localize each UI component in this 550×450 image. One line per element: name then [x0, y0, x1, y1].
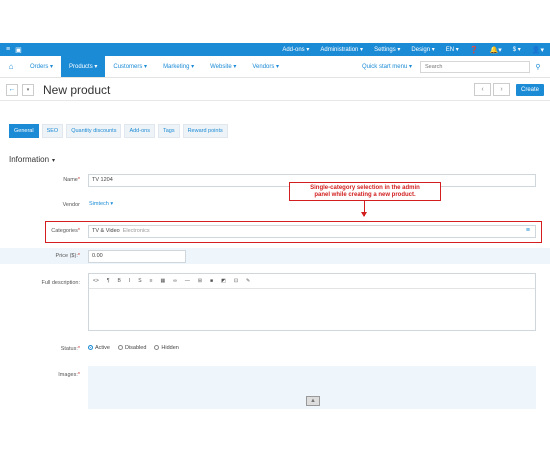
block-icon[interactable]: ■ [210, 278, 213, 284]
section-information[interactable]: Information ▾ [9, 155, 55, 164]
bell-icon[interactable]: 🔔▾ [490, 46, 502, 54]
price-label: Price ($):* [55, 253, 80, 259]
create-button[interactable]: Create [515, 83, 544, 96]
tab-reward-points[interactable]: Reward points [182, 124, 228, 138]
paragraph-icon[interactable]: ¶ [107, 278, 110, 284]
html-icon[interactable]: <> [93, 278, 99, 284]
top-admin-bar: ≡ ▣ Add-ons ▾ Administration ▾ Settings … [0, 43, 550, 56]
back-arrow-icon[interactable]: ← [6, 83, 18, 96]
status-label: Status:* [60, 346, 80, 352]
pen-icon[interactable]: ✎ [246, 278, 250, 284]
image-placeholder-icon: ▲ [306, 396, 320, 406]
vendor-label: Vendor [62, 202, 80, 208]
categories-label: Categories* [51, 228, 80, 234]
help-icon[interactable]: ❓ [470, 46, 479, 54]
price-field[interactable]: 0.00 [88, 250, 186, 263]
tab-seo[interactable]: SEO [41, 124, 64, 138]
main-nav: ⌂ Orders ▾ Products ▾ Customers ▾ Market… [0, 56, 550, 78]
radio-icon [117, 345, 123, 351]
search-icon[interactable]: ⚲ [530, 61, 546, 73]
images-dropzone[interactable]: ▲ [88, 366, 536, 409]
menu-icon[interactable]: ≡ [6, 46, 10, 54]
editor-toolbar: <> ¶ B I S ≡ ▦ ∞ — ⊞ ■ ◩ ⊡ ✎ [89, 274, 535, 289]
tab-general[interactable]: General [9, 124, 39, 138]
topbar-settings[interactable]: Settings ▾ [374, 46, 400, 53]
tab-products[interactable]: Products ▾ [61, 56, 106, 77]
category-name: TV & Video [92, 228, 120, 234]
link-icon[interactable]: ∞ [173, 278, 177, 284]
product-tabs: General SEO Quantity discounts Add-ons T… [9, 124, 228, 138]
vendor-select[interactable]: Simtech ▾ [89, 201, 113, 207]
tab-addons[interactable]: Add-ons [124, 124, 155, 138]
section-title-text: Information [9, 155, 50, 164]
price-row [0, 248, 550, 264]
currency-icon[interactable]: $ ▾ [513, 46, 521, 53]
tab-quantity-discounts[interactable]: Quantity discounts [66, 124, 122, 138]
annotation-line-2: panel while creating a new product. [314, 192, 416, 198]
topbar-design[interactable]: Design ▾ [411, 46, 434, 53]
status-active[interactable]: Active [88, 345, 110, 351]
user-icon[interactable]: 👤▾ [532, 46, 544, 54]
image-icon[interactable]: ◩ [221, 278, 226, 284]
video-icon[interactable]: ⊡ [234, 278, 238, 284]
user-dropdown: ▾ [540, 46, 544, 54]
name-label: Name* [63, 177, 80, 183]
radio-icon [154, 345, 160, 351]
store-icon[interactable]: ▣ [15, 46, 22, 54]
home-icon[interactable]: ⌂ [0, 56, 22, 77]
tab-tags[interactable]: Tags [157, 124, 180, 138]
page-title: New product [43, 82, 111, 97]
description-label: Full description: [41, 280, 80, 286]
next-product-icon[interactable]: › [492, 83, 510, 96]
tab-orders[interactable]: Orders ▾ [22, 56, 61, 77]
status-disabled[interactable]: Disabled [117, 345, 146, 351]
page-header: ← ▾ New product ‹ › Create [0, 79, 550, 101]
annotation-arrow-icon [361, 212, 367, 217]
category-parent: Electronics [122, 228, 150, 234]
tab-marketing[interactable]: Marketing ▾ [155, 56, 202, 77]
status-options: Active Disabled Hidden [88, 345, 179, 351]
bold-icon[interactable]: B [118, 278, 121, 284]
tab-website[interactable]: Website ▾ [202, 56, 244, 77]
annotation-line-1: Single-category selection in the admin [310, 185, 420, 191]
tab-customers[interactable]: Customers ▾ [105, 56, 155, 77]
description-editor[interactable]: <> ¶ B I S ≡ ▦ ∞ — ⊞ ■ ◩ ⊡ ✎ [88, 273, 536, 331]
topbar-administration[interactable]: Administration ▾ [320, 46, 363, 53]
category-picker-icon[interactable]: ≡ [526, 227, 530, 234]
search-input[interactable] [420, 61, 530, 73]
status-hidden[interactable]: Hidden [154, 345, 179, 351]
list-icon[interactable]: ≡ [150, 278, 153, 284]
tab-vendors[interactable]: Vendors ▾ [244, 56, 287, 77]
bell-dropdown: ▾ [498, 46, 502, 54]
annotation-callout: Single-category selection in the admin p… [289, 182, 441, 201]
topbar-language[interactable]: EN ▾ [446, 46, 459, 53]
table-icon[interactable]: ▦ [161, 278, 166, 284]
strikethrough-icon[interactable]: S [138, 278, 141, 284]
italic-icon[interactable]: I [129, 278, 130, 284]
topbar-addons[interactable]: Add-ons ▾ [282, 46, 309, 53]
quick-start-menu[interactable]: Quick start menu ▾ [362, 56, 412, 77]
prev-product-icon[interactable]: ‹ [473, 83, 491, 96]
radio-checked-icon [88, 345, 93, 351]
align-icon[interactable]: ⊞ [198, 278, 202, 284]
chevron-down-icon[interactable]: ▾ [22, 83, 34, 96]
chevron-down-icon: ▾ [52, 158, 56, 164]
horizontal-rule-icon[interactable]: — [185, 278, 190, 284]
images-label: Images:* [58, 372, 80, 378]
categories-field[interactable]: TV & Video Electronics ≡ [88, 225, 536, 238]
